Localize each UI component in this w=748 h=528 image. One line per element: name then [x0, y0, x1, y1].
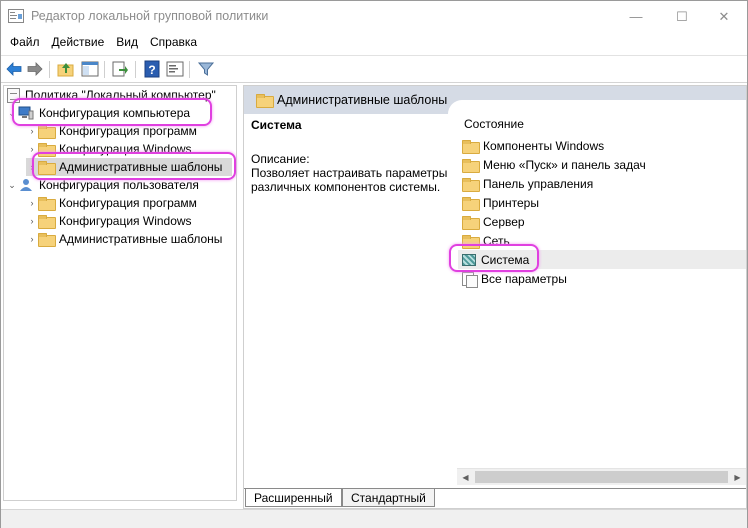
header-wedge: [448, 100, 746, 114]
filter-icon[interactable]: [197, 60, 215, 78]
tab-standard[interactable]: Стандартный: [342, 489, 435, 507]
list-item-printers[interactable]: Принтеры: [458, 193, 746, 212]
description-text: Позволяет настраивать параметры различны…: [251, 166, 448, 194]
minimize-icon: —: [629, 9, 643, 24]
scroll-right-icon[interactable]: ▶: [729, 469, 746, 486]
window-title: Редактор локальной групповой политики: [31, 9, 269, 23]
tree-item-user-windows[interactable]: › Конфигурация Windows: [26, 212, 192, 230]
tree-item-user-admin-templates[interactable]: › Административные шаблоны: [26, 230, 222, 248]
highlight-admin-templates: [32, 152, 236, 180]
folder-icon: [38, 215, 56, 229]
svg-text:?: ?: [148, 63, 155, 77]
close-icon: ✕: [718, 8, 730, 24]
chevron-right-icon[interactable]: ›: [26, 234, 38, 244]
export-list-icon[interactable]: [111, 60, 129, 78]
tree-item-user-programs[interactable]: › Конфигурация программ: [26, 194, 197, 212]
toolbar: ?: [1, 55, 747, 83]
maximize-button[interactable]: ☐: [659, 1, 705, 32]
menu-bar: Файл Действие Вид Справка: [1, 32, 747, 54]
console-tree: Политика "Локальный компьютер" ⌄ Конфигу…: [3, 85, 237, 501]
highlight-computer-config: [12, 98, 212, 126]
folder-icon: [38, 197, 56, 211]
list-item-label: Сервер: [483, 214, 525, 229]
show-hide-tree-icon[interactable]: [81, 60, 99, 78]
up-folder-icon[interactable]: [57, 60, 75, 78]
minimize-button[interactable]: —: [613, 1, 659, 32]
column-header-state[interactable]: Состояние: [464, 117, 524, 131]
tab-extended[interactable]: Расширенный: [245, 489, 342, 507]
tree-label: Административные шаблоны: [59, 232, 223, 246]
list-item-start-menu-taskbar[interactable]: Меню «Пуск» и панель задач: [458, 155, 746, 174]
close-button[interactable]: ✕: [701, 1, 747, 32]
list-item-label: Принтеры: [483, 195, 539, 210]
details-header-title: Административные шаблоны: [277, 93, 448, 107]
all-settings-icon: [462, 271, 478, 288]
chevron-right-icon[interactable]: ›: [26, 216, 38, 226]
scroll-thumb[interactable]: [475, 471, 728, 483]
selected-item-title: Система: [251, 118, 302, 132]
folder-icon: [462, 158, 480, 173]
view-tabs: Расширенный Стандартный: [244, 486, 746, 508]
menu-view[interactable]: Вид: [110, 32, 144, 54]
user-icon: [20, 179, 32, 191]
list-item-label: Панель управления: [483, 176, 594, 191]
back-icon[interactable]: [5, 60, 23, 78]
menu-help[interactable]: Справка: [144, 32, 203, 54]
list-item-label: Меню «Пуск» и панель задач: [483, 157, 646, 172]
menu-action[interactable]: Действие: [46, 32, 111, 54]
list-item-windows-components[interactable]: Компоненты Windows: [458, 136, 746, 155]
tree-label: Конфигурация пользователя: [39, 178, 199, 192]
gpedit-app-icon: [8, 9, 24, 23]
folder-icon: [38, 233, 56, 247]
folder-icon: [462, 177, 480, 192]
tree-label: Конфигурация Windows: [59, 214, 192, 228]
details-pane: Административные шаблоны Система Описани…: [243, 85, 747, 509]
folder-icon: [256, 94, 274, 108]
chevron-right-icon[interactable]: ›: [26, 126, 38, 136]
forward-icon[interactable]: [26, 60, 44, 78]
list-item-label: Компоненты Windows: [483, 138, 605, 153]
title-bar: Редактор локальной групповой политики — …: [1, 1, 747, 32]
folder-icon: [462, 215, 480, 230]
status-bar: [1, 509, 747, 528]
tree-label: Конфигурация программ: [59, 124, 197, 138]
chevron-down-icon[interactable]: ⌄: [6, 180, 18, 191]
horizontal-scrollbar[interactable]: ◀ ▶: [457, 468, 746, 485]
list-item-server[interactable]: Сервер: [458, 212, 746, 231]
highlight-system: [449, 244, 539, 272]
list-item-control-panel[interactable]: Панель управления: [458, 174, 746, 193]
chevron-right-icon[interactable]: ›: [26, 198, 38, 208]
description-label: Описание:: [251, 152, 310, 166]
maximize-icon: ☐: [676, 8, 688, 24]
folder-icon: [462, 139, 480, 154]
folder-icon: [462, 196, 480, 211]
tree-label: Конфигурация программ: [59, 196, 197, 210]
scroll-left-icon[interactable]: ◀: [457, 469, 474, 486]
gpedit-window: Редактор локальной групповой политики — …: [0, 0, 748, 528]
list-item-label: Все параметры: [481, 271, 567, 286]
properties-icon[interactable]: [166, 60, 184, 78]
menu-file[interactable]: Файл: [1, 32, 46, 54]
folder-icon: [38, 125, 56, 139]
help-icon[interactable]: ?: [143, 60, 161, 78]
